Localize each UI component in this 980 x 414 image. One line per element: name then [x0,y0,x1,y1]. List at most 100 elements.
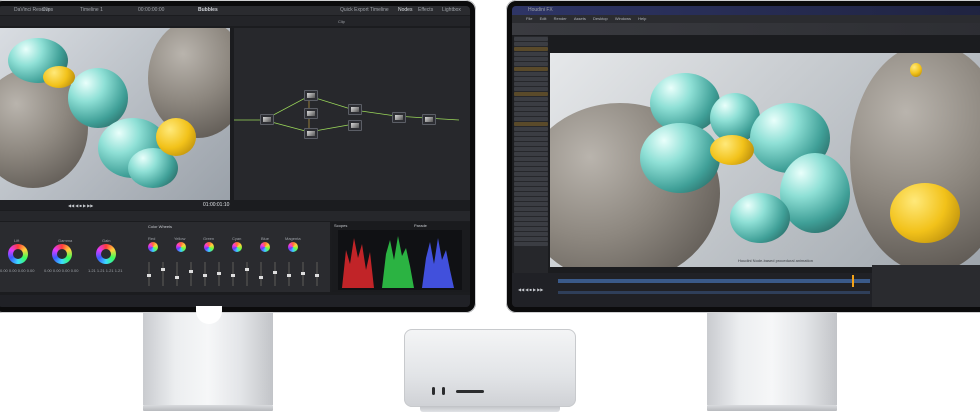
transport-bar: ◀◀ ◀ ■ ▶ ▶▶ 01:00:01:10 [0,200,230,210]
houdini-shelf [512,23,980,35]
slider[interactable] [217,262,221,286]
gain-wheel[interactable] [96,244,116,264]
tab-clips[interactable]: Clips [42,6,53,15]
left-titlebar: DaVinci Resolve Clips Timeline 1 00:00:0… [0,6,470,15]
node[interactable] [422,114,436,125]
teal-blob [68,68,128,128]
gold-blob [43,66,75,88]
effects-button[interactable]: Effects [418,6,433,15]
houdini-app-label: Houdini FX [528,7,553,13]
hue-knob[interactable] [204,242,214,252]
clip-label: Clip [338,19,345,24]
menu-assets[interactable]: Assets [574,15,586,23]
timeline-scrubber[interactable] [558,291,870,294]
node-graph [234,28,470,200]
menu-desktop[interactable]: Desktop [593,15,608,23]
slider[interactable] [315,262,319,286]
node[interactable] [260,114,274,125]
usb-c-port [432,387,435,395]
hue-knob[interactable] [176,242,186,252]
slider[interactable] [189,262,193,286]
gold-blob [890,183,960,243]
houdini-viewport: Houdini Node-based procedural animation [550,53,980,267]
timeline-label[interactable]: Timeline 1 [80,6,103,15]
gamma-wheel[interactable] [52,244,72,264]
quick-export-button[interactable]: Quick Export [340,6,369,15]
node[interactable] [348,104,362,115]
scopes-title: Scopes [334,223,348,228]
rock-shape [148,28,230,138]
slider[interactable] [203,262,207,286]
lightbox-button[interactable]: Lightbox [442,6,461,15]
right-screen: Houdini FX File Edit Render Assets Deskt… [512,6,980,307]
houdini-timeline: ◀◀ ◀ ■ ▶ ▶▶ [512,265,980,307]
teal-blob [640,123,720,193]
timeline-button[interactable]: Timeline [370,6,389,15]
hue-knob[interactable] [260,242,270,252]
viewer-image [0,28,230,200]
lift-label: Lift [14,238,20,243]
parade-scope [338,230,462,290]
slider[interactable] [259,262,263,286]
lift-values: 0.00 0.00 0.00 0.00 [0,268,35,273]
page-bar [0,295,470,307]
menu-edit[interactable]: Edit [540,15,547,23]
node[interactable] [348,120,362,131]
node[interactable] [304,108,318,119]
nodes-button[interactable]: Nodes [398,6,412,15]
viewport-caption: Houdini Node-based procedural animation [738,258,813,263]
gold-blob [710,135,754,165]
timeline-track[interactable] [558,279,870,283]
menu-help[interactable]: Help [638,15,646,23]
timeline-controls[interactable]: ◀◀ ◀ ■ ▶ ▶▶ [518,287,543,292]
menu-render[interactable]: Render [554,15,567,23]
node[interactable] [304,90,318,101]
slider[interactable] [161,262,165,286]
slider[interactable] [231,262,235,286]
lift-wheel[interactable] [8,244,28,264]
left-monitor: DaVinci Resolve Clips Timeline 1 00:00:0… [0,0,476,313]
hue-label-blue: Blue [261,236,270,241]
hue-knob[interactable] [148,242,158,252]
mac-studio [404,329,576,407]
teal-blob [730,193,790,243]
gamma-values: 0.00 0.00 0.00 0.00 [44,268,79,273]
usb-c-port [442,387,445,395]
gain-label: Gain [102,238,111,243]
hue-label-yellow: Yellow [174,236,186,241]
node-toolbar: Clip [238,16,470,26]
teal-blob [780,153,850,233]
hue-knob[interactable] [288,242,298,252]
slider[interactable] [175,262,179,286]
hue-label-magenta: Magenta [285,236,301,241]
viewer-timecode: 01:00:01:10 [203,202,230,208]
scene-tree [514,36,548,273]
right-monitor: Houdini FX File Edit Render Assets Deskt… [506,0,980,313]
hue-knob[interactable] [232,242,242,252]
color-wheels-panel: Color Wheels Lift Gamma Gain 0.00 0.00 0… [0,222,330,292]
playhead-controls[interactable]: ◀◀ ◀ ■ ▶ ▶▶ [68,203,93,208]
hue-label-cyan: Cyan [232,236,242,241]
hue-label-red: Red [148,236,156,241]
slider[interactable] [273,262,277,286]
scopes-mode[interactable]: Parade [414,223,427,228]
node[interactable] [392,112,406,123]
right-stand-foot [707,405,837,411]
slider[interactable] [287,262,291,286]
left-stand-foot [143,405,273,411]
slider[interactable] [147,262,151,286]
timeline-playhead[interactable] [852,275,854,287]
gamma-label: Gamma [58,238,73,243]
slider[interactable] [245,262,249,286]
right-titlebar: Houdini FX [512,6,980,15]
menu-file[interactable]: File [526,15,532,23]
slider[interactable] [301,262,305,286]
menu-windows[interactable]: Windows [615,15,631,23]
gain-values: 1.21 1.21 1.21 1.21 [88,268,123,273]
viewer-toolbar [0,16,238,26]
houdini-menubar: File Edit Render Assets Desktop Windows … [512,15,980,23]
left-screen: DaVinci Resolve Clips Timeline 1 00:00:0… [0,6,470,307]
node-network-pane [872,265,980,307]
project-title: Bubbles [198,7,218,13]
node[interactable] [304,128,318,139]
